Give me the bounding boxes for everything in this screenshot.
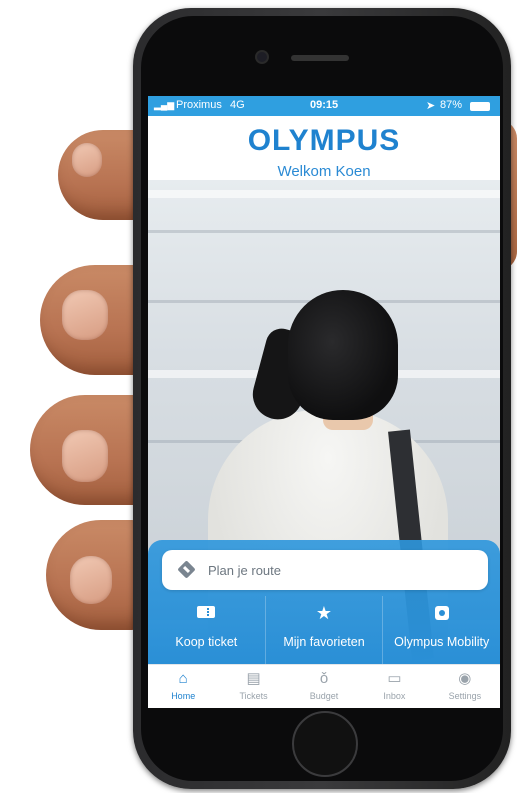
tab-budget[interactable]: ǒ Budget — [289, 665, 359, 708]
directions-diamond-icon — [177, 560, 196, 579]
tab-settings[interactable]: ◉ Settings — [430, 665, 500, 708]
ticket-icon — [196, 604, 216, 623]
fingernail-2 — [62, 290, 108, 340]
network-label: 4G — [230, 99, 245, 111]
earpiece-speaker — [291, 55, 349, 61]
inbox-icon: ▭ — [387, 670, 402, 687]
app-header: OLYMPUS Welkom Koen — [148, 116, 500, 180]
tab-home[interactable]: ⌂ Home — [148, 665, 218, 708]
signal-icon: ▂▄▆ — [154, 100, 175, 110]
tab-home-label: Home — [171, 691, 196, 701]
clock: 09:15 — [310, 99, 339, 111]
fingernail-3 — [62, 430, 108, 482]
route-search-input[interactable]: Plan je route — [162, 550, 488, 590]
fingernail-4 — [70, 556, 112, 604]
tab-inbox-label: Inbox — [383, 691, 406, 701]
quick-actions-panel: Plan je route Koop ticket ★ Mijn favorie… — [148, 540, 500, 664]
route-search-placeholder: Plan je route — [208, 563, 281, 578]
buy-ticket-label: Koop ticket — [175, 635, 238, 649]
train-rail-line — [148, 230, 500, 233]
tickets-icon: ▤ — [246, 670, 261, 687]
buy-ticket-button[interactable]: Koop ticket — [148, 596, 266, 664]
star-icon: ★ — [315, 603, 333, 623]
location-arrow-icon: ➤ — [426, 100, 436, 112]
action-buttons: Koop ticket ★ Mijn favorieten Olympus Mo… — [148, 596, 500, 664]
woman-head — [288, 290, 398, 420]
app-screen: ▂▄▆ Proximus 4G 09:15 ➤ 87% OLYMPUS Welk… — [148, 96, 500, 708]
settings-icon: ◉ — [458, 670, 472, 687]
mobility-icon — [433, 604, 451, 625]
status-bar: ▂▄▆ Proximus 4G 09:15 ➤ 87% — [148, 96, 500, 116]
home-button[interactable] — [292, 711, 358, 777]
bottom-tab-bar: ⌂ Home ▤ Tickets ǒ Budget ▭ Inbox ◉ Sett… — [148, 664, 500, 708]
tab-inbox[interactable]: ▭ Inbox — [359, 665, 429, 708]
tab-budget-label: Budget — [309, 691, 339, 701]
welcome-text: Welkom Koen — [277, 163, 371, 180]
tab-tickets-label: Tickets — [239, 691, 268, 701]
favorites-button[interactable]: ★ Mijn favorieten — [266, 596, 384, 664]
battery-percent: 87% — [440, 99, 463, 111]
tab-tickets[interactable]: ▤ Tickets — [218, 665, 288, 708]
train-window-band — [148, 190, 500, 198]
carrier-label: Proximus — [176, 99, 222, 111]
home-icon: ⌂ — [178, 670, 188, 687]
mobility-button[interactable]: Olympus Mobility — [383, 596, 500, 664]
favorites-label: Mijn favorieten — [283, 635, 365, 649]
mobility-label: Olympus Mobility — [394, 635, 490, 649]
fingernail-1 — [72, 143, 102, 177]
front-camera — [257, 52, 267, 62]
olympus-logo: OLYMPUS — [247, 124, 401, 157]
tab-settings-label: Settings — [448, 691, 482, 701]
budget-icon: ǒ — [319, 670, 329, 687]
battery-icon — [470, 102, 490, 111]
